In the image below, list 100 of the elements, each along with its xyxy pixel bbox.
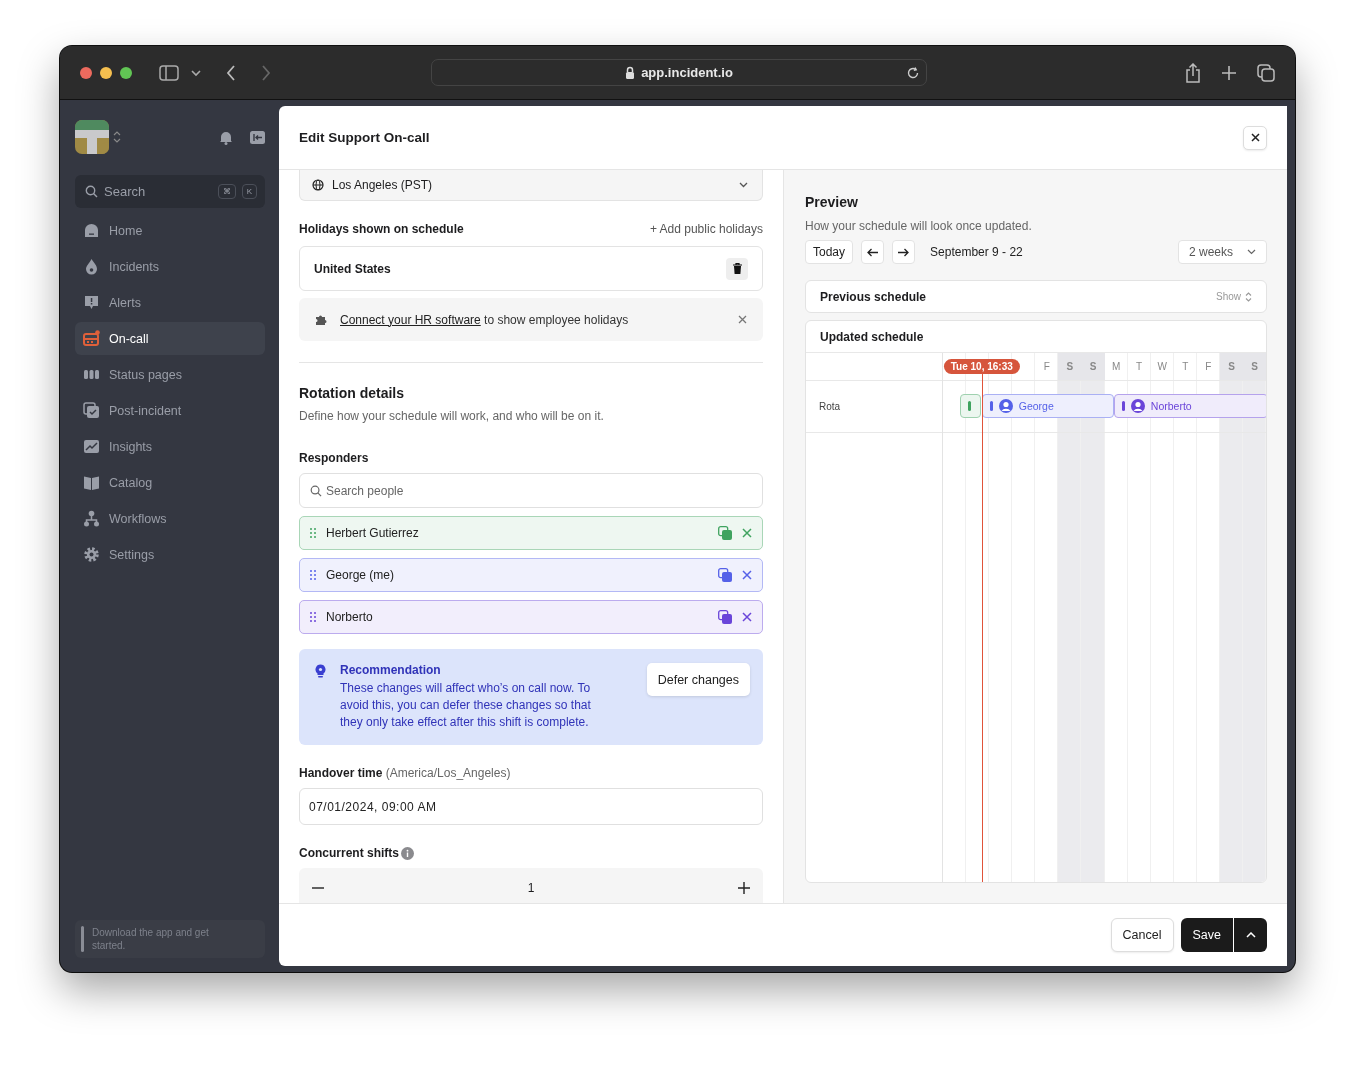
dialog-title: Edit Support On-call [299, 130, 431, 145]
day-header-cell-text: W [1156, 360, 1168, 374]
sidebar-item[interactable]: Catalog [75, 466, 265, 499]
close-button[interactable] [1243, 125, 1267, 150]
book-icon [83, 474, 100, 491]
next-button[interactable] [892, 240, 916, 264]
preview-title: Preview [805, 194, 859, 210]
handover-time-field[interactable]: 07/01/2024, 09:00 AM [299, 788, 763, 825]
period-select[interactable]: 2 weeks [1177, 240, 1267, 264]
copy-icon[interactable] [718, 568, 732, 582]
caret-up-icon [1245, 932, 1256, 938]
row-label: Rota [819, 401, 841, 412]
search-field[interactable]: Search ⌘ K [75, 175, 265, 208]
sidebar-item[interactable]: Workflows [75, 502, 265, 535]
day-header-cell-text: T [1135, 360, 1144, 374]
pager-icon [83, 330, 100, 347]
drag-handle-icon[interactable] [310, 528, 316, 538]
preview-description: How your schedule will look once updated. [805, 219, 1033, 233]
zoom-window-button[interactable] [120, 66, 132, 79]
delete-button[interactable] [726, 257, 748, 280]
copy-icon[interactable] [718, 610, 732, 624]
sidebar-item[interactable]: Insights [75, 430, 265, 463]
defer-changes-button[interactable]: Defer changes [646, 663, 750, 696]
recommendation-text: These changes will affect who’s on call now. To avoid this, you can defer these changes so that they only take effect after this shift is complete. [340, 680, 592, 731]
cancel-button[interactable]: Cancel [1110, 918, 1174, 952]
alert-icon [83, 294, 100, 311]
concurrent-shifts-label: Concurrent shifts [299, 846, 399, 860]
timezone-hint: (America/Los_Angeles) [385, 766, 511, 780]
back-icon[interactable] [226, 64, 236, 81]
handover-label: Handover time [299, 766, 383, 780]
shift-block[interactable]: Norberto [1113, 394, 1266, 418]
day-header-cell-text: M [1110, 360, 1122, 374]
close-window-button[interactable] [80, 66, 92, 79]
keyboard-key: ⌘ [217, 184, 236, 199]
search-icon [310, 484, 322, 497]
download-app-text: Download the app and get started. [92, 926, 210, 952]
address-bar[interactable]: app.incident.io [431, 59, 927, 86]
switcher-icon[interactable] [113, 131, 121, 143]
new-tab-icon[interactable] [1221, 64, 1237, 81]
minimize-window-button[interactable] [100, 66, 112, 79]
sidebar-item[interactable]: Home [75, 214, 265, 247]
close-icon[interactable] [738, 315, 747, 324]
save-button[interactable]: Save [1180, 918, 1233, 952]
previous-button[interactable] [861, 240, 885, 264]
shift-block[interactable]: George [981, 394, 1114, 418]
responder-row[interactable]: Herbert Gutierrez [299, 516, 763, 550]
hr-notice-text: Connect your HR software to show employee holidays [340, 312, 630, 327]
url-text: app.incident.io [641, 65, 733, 80]
plus-icon[interactable] [738, 882, 750, 894]
chart-icon [83, 438, 100, 455]
shift-block[interactable] [959, 394, 982, 418]
responders-label: Responders [299, 451, 370, 465]
remove-icon[interactable] [742, 528, 752, 538]
keyboard-key: K [241, 184, 257, 199]
country-name: United States [314, 261, 392, 276]
bell-icon[interactable] [219, 129, 233, 145]
remove-icon[interactable] [742, 612, 752, 622]
chevron-down-icon[interactable] [191, 68, 201, 77]
sidebar-item[interactable]: Settings [75, 538, 265, 571]
home-icon [83, 222, 100, 239]
today-button[interactable]: Today [805, 240, 854, 264]
save-options-button[interactable] [1234, 918, 1267, 952]
trash-icon [732, 263, 742, 274]
day-header-cell-text: F [1042, 360, 1051, 374]
concurrent-shifts-stepper[interactable]: 1 [299, 868, 763, 903]
add-holidays-link[interactable]: + Add public holidays [649, 222, 763, 236]
info-icon[interactable] [401, 846, 414, 860]
logo-icon[interactable] [75, 120, 109, 154]
chevron-down-icon [1247, 249, 1256, 255]
sidebar-item[interactable]: Alerts [75, 286, 265, 319]
timezone-select[interactable]: Los Angeles (PST) [299, 170, 763, 201]
forward-icon[interactable] [261, 64, 271, 81]
search-people-field[interactable]: Search people [299, 473, 763, 508]
sidebar-item[interactable]: Post-incident [75, 394, 265, 427]
drag-handle-icon[interactable] [310, 570, 316, 580]
sidebar-item[interactable]: On-call [75, 322, 265, 355]
day-header-cell: S [1081, 353, 1105, 380]
responder-row[interactable]: Norberto [299, 600, 763, 634]
drag-handle-icon[interactable] [310, 612, 316, 622]
chevron-down-icon [739, 182, 748, 188]
section-description: Define how your schedule will work, and who will be on it. [299, 409, 605, 423]
sidebar-item[interactable]: Incidents [75, 250, 265, 283]
collapse-sidebar-icon[interactable] [250, 130, 265, 144]
sidebar-item[interactable]: Status pages [75, 358, 265, 391]
responder-row[interactable]: George (me) [299, 558, 763, 592]
share-icon[interactable] [1185, 62, 1201, 83]
remove-icon[interactable] [742, 570, 752, 580]
tree-icon [83, 510, 100, 527]
arrow-right-icon [898, 247, 910, 257]
current-time-badge: Tue 10, 16:33 [943, 359, 1020, 374]
reload-icon[interactable] [906, 66, 920, 80]
day-header-cell-text: F [1204, 360, 1213, 374]
lightbulb-icon [315, 664, 326, 678]
copy-icon[interactable] [718, 526, 732, 540]
flame-icon [83, 258, 100, 275]
day-header-cell: S [1243, 353, 1266, 380]
sidebar-icon[interactable] [159, 64, 179, 81]
tabs-overview-icon[interactable] [1257, 63, 1275, 82]
updown-icon [1245, 291, 1252, 302]
connect-hr-link[interactable]: Connect your HR software [340, 312, 481, 327]
